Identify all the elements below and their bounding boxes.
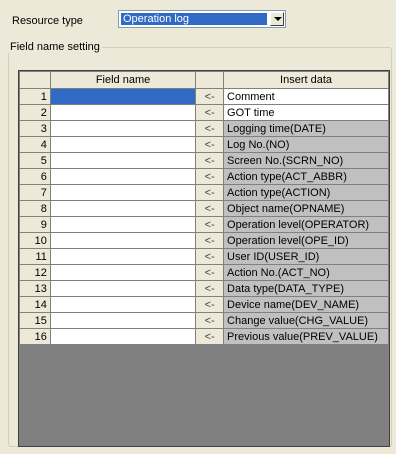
resource-type-value: Operation log	[121, 13, 267, 25]
row-number: 9	[19, 216, 51, 233]
insert-data-cell[interactable]: Screen No.(SCRN_NO)	[223, 152, 389, 169]
field-name-cell[interactable]	[49, 200, 197, 217]
insert-data-cell[interactable]: Operation level(OPERATOR)	[223, 216, 389, 233]
field-name-cell[interactable]	[49, 152, 197, 169]
insert-arrow-button[interactable]: <-	[195, 280, 225, 297]
table-row[interactable]: 4 <- Log No.(NO)	[19, 136, 389, 153]
field-name-cell[interactable]	[49, 168, 197, 185]
field-name-cell[interactable]	[49, 312, 197, 329]
insert-arrow-button[interactable]: <-	[195, 312, 225, 329]
table-row[interactable]: 8 <- Object name(OPNAME)	[19, 200, 389, 217]
row-number: 16	[19, 328, 51, 345]
insert-arrow-button[interactable]: <-	[195, 296, 225, 313]
table-row[interactable]: 10 <- Operation level(OPE_ID)	[19, 232, 389, 249]
insert-arrow-button[interactable]: <-	[195, 88, 225, 105]
insert-arrow-button[interactable]: <-	[195, 200, 225, 217]
field-name-cell[interactable]	[49, 264, 197, 281]
field-grid: Field name Insert data 1 <- Comment 2 <- GOT …	[18, 70, 390, 447]
table-row[interactable]: 6 <- Action type(ACT_ABBR)	[19, 168, 389, 185]
insert-data-cell[interactable]: Previous value(PREV_VALUE)	[223, 328, 389, 345]
row-number: 6	[19, 168, 51, 185]
field-name-cell[interactable]	[49, 328, 197, 345]
table-row[interactable]: 1 <- Comment	[19, 88, 389, 105]
insert-data-cell[interactable]: Data type(DATA_TYPE)	[223, 280, 389, 297]
row-number-header	[19, 71, 51, 89]
insert-arrow-button[interactable]: <-	[195, 136, 225, 153]
insert-arrow-button[interactable]: <-	[195, 264, 225, 281]
row-number: 1	[19, 88, 51, 105]
chevron-down-icon[interactable]	[270, 12, 284, 26]
table-row[interactable]: 5 <- Screen No.(SCRN_NO)	[19, 152, 389, 169]
insert-arrow-button[interactable]: <-	[195, 104, 225, 121]
insert-data-cell[interactable]: GOT time	[223, 104, 389, 121]
insert-data-cell[interactable]: Comment	[223, 88, 389, 105]
field-name-cell[interactable]	[49, 120, 197, 137]
insert-data-cell[interactable]: Device name(DEV_NAME)	[223, 296, 389, 313]
table-row[interactable]: 3 <- Logging time(DATE)	[19, 120, 389, 137]
row-number: 12	[19, 264, 51, 281]
field-name-setting-legend: Field name setting	[8, 41, 102, 53]
insert-arrow-button[interactable]: <-	[195, 152, 225, 169]
table-row[interactable]: 12 <- Action No.(ACT_NO)	[19, 264, 389, 281]
insert-data-cell[interactable]: User ID(USER_ID)	[223, 248, 389, 265]
row-number: 10	[19, 232, 51, 249]
field-name-cell[interactable]	[49, 296, 197, 313]
insert-data-cell[interactable]: Change value(CHG_VALUE)	[223, 312, 389, 329]
row-number: 8	[19, 200, 51, 217]
insert-data-cell[interactable]: Operation level(OPE_ID)	[223, 232, 389, 249]
field-name-cell[interactable]	[49, 88, 197, 105]
field-name-cell[interactable]	[49, 184, 197, 201]
field-name-cell[interactable]	[49, 232, 197, 249]
row-number: 13	[19, 280, 51, 297]
insert-arrow-button[interactable]: <-	[195, 248, 225, 265]
resource-type-row: Resource type	[12, 12, 120, 30]
resource-type-select[interactable]: Operation log	[118, 10, 286, 28]
table-row[interactable]: 14 <- Device name(DEV_NAME)	[19, 296, 389, 313]
table-row[interactable]: 13 <- Data type(DATA_TYPE)	[19, 280, 389, 297]
grid-header-row: Field name Insert data	[19, 71, 389, 89]
row-number: 3	[19, 120, 51, 137]
insert-arrow-button[interactable]: <-	[195, 168, 225, 185]
field-name-cell[interactable]	[49, 280, 197, 297]
insert-data-cell[interactable]: Log No.(NO)	[223, 136, 389, 153]
insert-arrow-button[interactable]: <-	[195, 120, 225, 137]
field-name-header: Field name	[49, 71, 197, 89]
table-row[interactable]: 15 <- Change value(CHG_VALUE)	[19, 312, 389, 329]
insert-data-header: Insert data	[223, 71, 389, 89]
table-row[interactable]: 16 <- Previous value(PREV_VALUE)	[19, 328, 389, 345]
table-row[interactable]: 9 <- Operation level(OPERATOR)	[19, 216, 389, 233]
resource-type-label: Resource type	[12, 15, 83, 27]
table-row[interactable]: 11 <- User ID(USER_ID)	[19, 248, 389, 265]
field-name-cell[interactable]	[49, 136, 197, 153]
insert-arrow-button[interactable]: <-	[195, 232, 225, 249]
insert-data-cell[interactable]: Action type(ACT_ABBR)	[223, 168, 389, 185]
field-name-cell[interactable]	[49, 104, 197, 121]
row-number: 5	[19, 152, 51, 169]
table-row[interactable]: 2 <- GOT time	[19, 104, 389, 121]
insert-arrow-button[interactable]: <-	[195, 184, 225, 201]
row-number: 4	[19, 136, 51, 153]
insert-arrow-button[interactable]: <-	[195, 216, 225, 233]
arrow-header	[195, 71, 225, 89]
table-row[interactable]: 7 <- Action type(ACTION)	[19, 184, 389, 201]
insert-data-cell[interactable]: Object name(OPNAME)	[223, 200, 389, 217]
insert-data-cell[interactable]: Action type(ACTION)	[223, 184, 389, 201]
row-number: 2	[19, 104, 51, 121]
row-number: 15	[19, 312, 51, 329]
insert-data-cell[interactable]: Logging time(DATE)	[223, 120, 389, 137]
insert-data-cell[interactable]: Action No.(ACT_NO)	[223, 264, 389, 281]
field-name-cell[interactable]	[49, 216, 197, 233]
row-number: 7	[19, 184, 51, 201]
field-name-cell[interactable]	[49, 248, 197, 265]
insert-arrow-button[interactable]: <-	[195, 328, 225, 345]
row-number: 11	[19, 248, 51, 265]
row-number: 14	[19, 296, 51, 313]
